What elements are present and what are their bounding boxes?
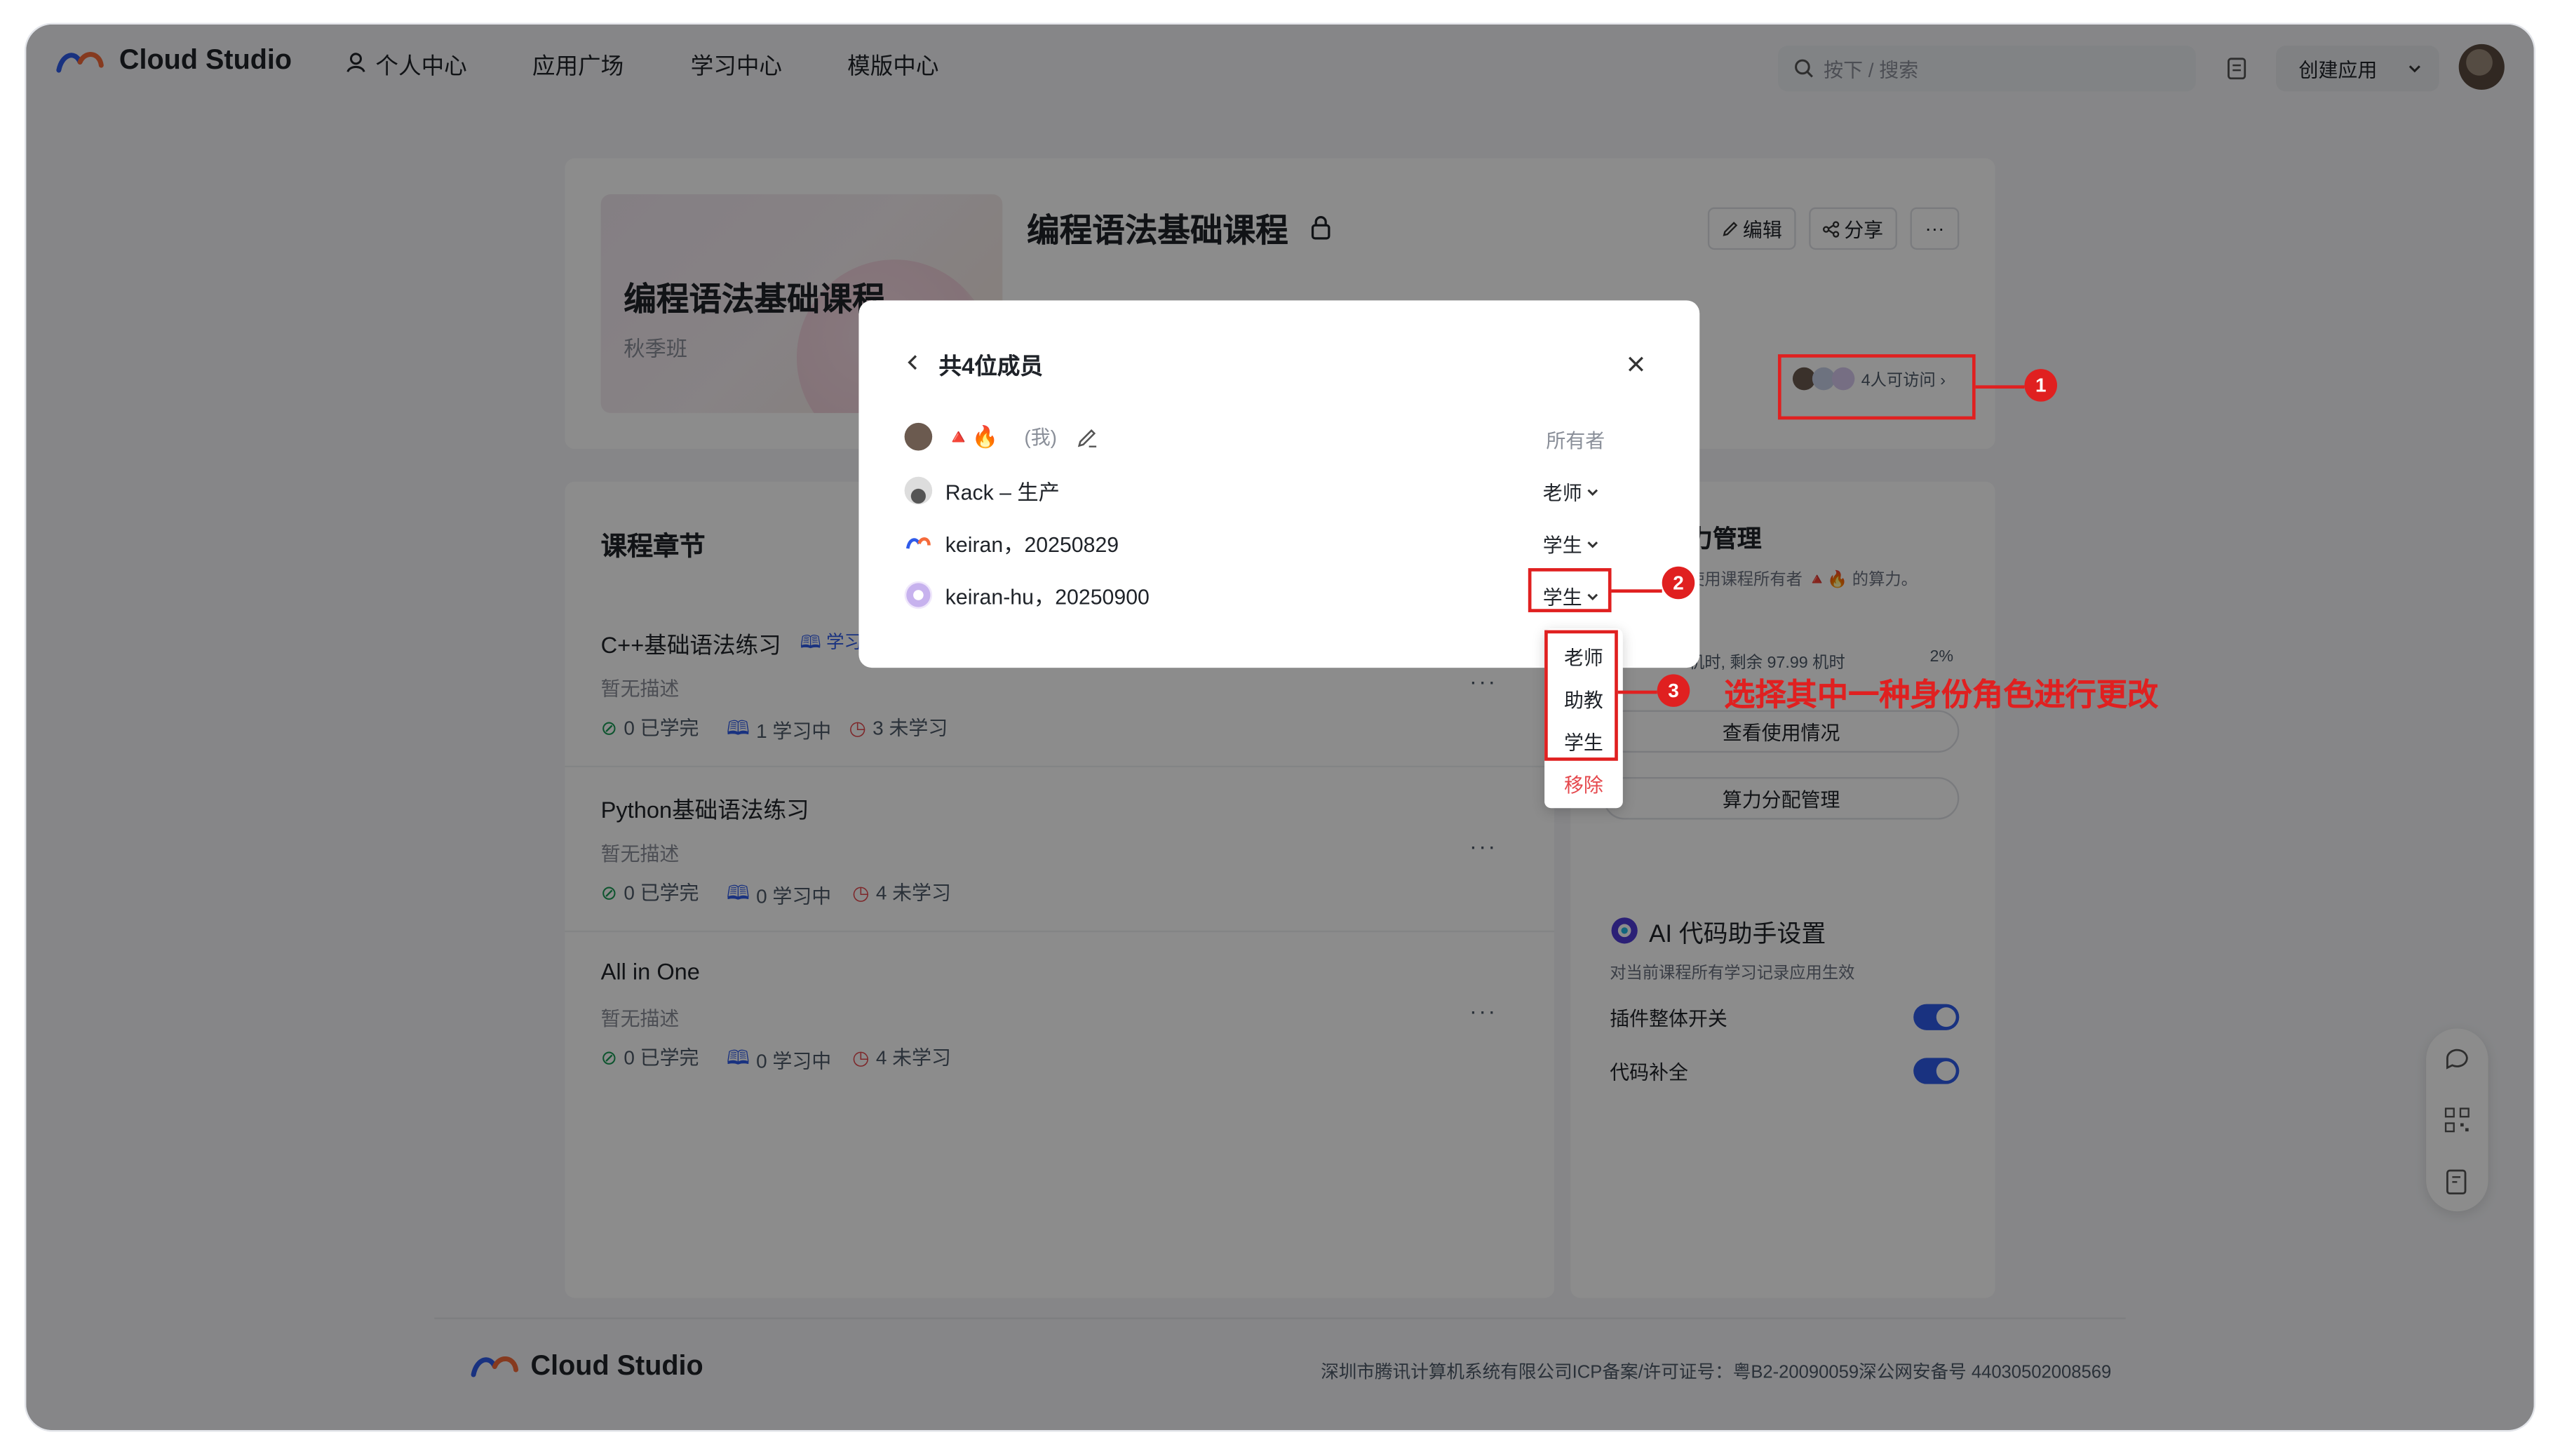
modal-title: 共4位成员 [938,352,1043,379]
member-role-select[interactable]: 学生 [1543,531,1601,559]
edit-name-icon[interactable] [1077,425,1100,448]
modal-backdrop[interactable] [26,24,2534,1431]
member-row: 🔺🔥 (我) [904,422,1100,451]
member-role-value: 学生 [1542,534,1582,557]
member-role-owner: 所有者 [1546,429,1605,452]
member-avatar [905,537,931,549]
member-avatar [904,422,933,451]
member-name: 🔺🔥 [945,424,999,448]
annotation-line [1611,589,1662,592]
back-arrow-icon[interactable] [905,353,921,372]
member-role-select[interactable]: 老师 [1543,478,1601,506]
member-avatar [904,581,933,609]
member-name: Rack – 生产 [945,480,1060,505]
member-row: keiran，20250829 [905,527,1119,558]
member-row: Rack – 生产 [904,475,1060,506]
member-avatar [904,476,933,505]
member-name: keiran，20250829 [945,532,1119,557]
member-self-tag: (我) [1024,426,1057,450]
close-icon[interactable] [1626,354,1645,374]
annotation-instruction: 选择其中一种身份角色进行更改 [1724,679,2159,714]
annotation-box-access [1777,354,1976,420]
app-window: Cloud Studio 个人中心 应用广场 学习中心 模版中心 按下 / 搜索… [26,24,2534,1431]
annotation-badge-1: 1 [2024,369,2058,402]
annotation-badge-2: 2 [1662,566,1695,600]
annotation-badge-3: 3 [1657,674,1690,707]
chevron-down-icon [1587,489,1598,497]
chevron-down-icon [1587,541,1598,548]
remove-member-option[interactable]: 移除 [1544,771,1623,799]
annotation-line [1617,690,1657,694]
members-modal: 共4位成员 🔺🔥 (我) 所有者 Rack – 生产 老师 keiran，202… [858,300,1700,668]
member-name: keiran-hu，20250900 [945,584,1150,609]
annotation-line [1975,385,2025,388]
member-role-value: 老师 [1542,481,1582,505]
annotation-box-role-options [1544,630,1618,761]
annotation-box-role-select [1528,568,1612,612]
member-row: keiran-hu，20250900 [904,579,1150,610]
